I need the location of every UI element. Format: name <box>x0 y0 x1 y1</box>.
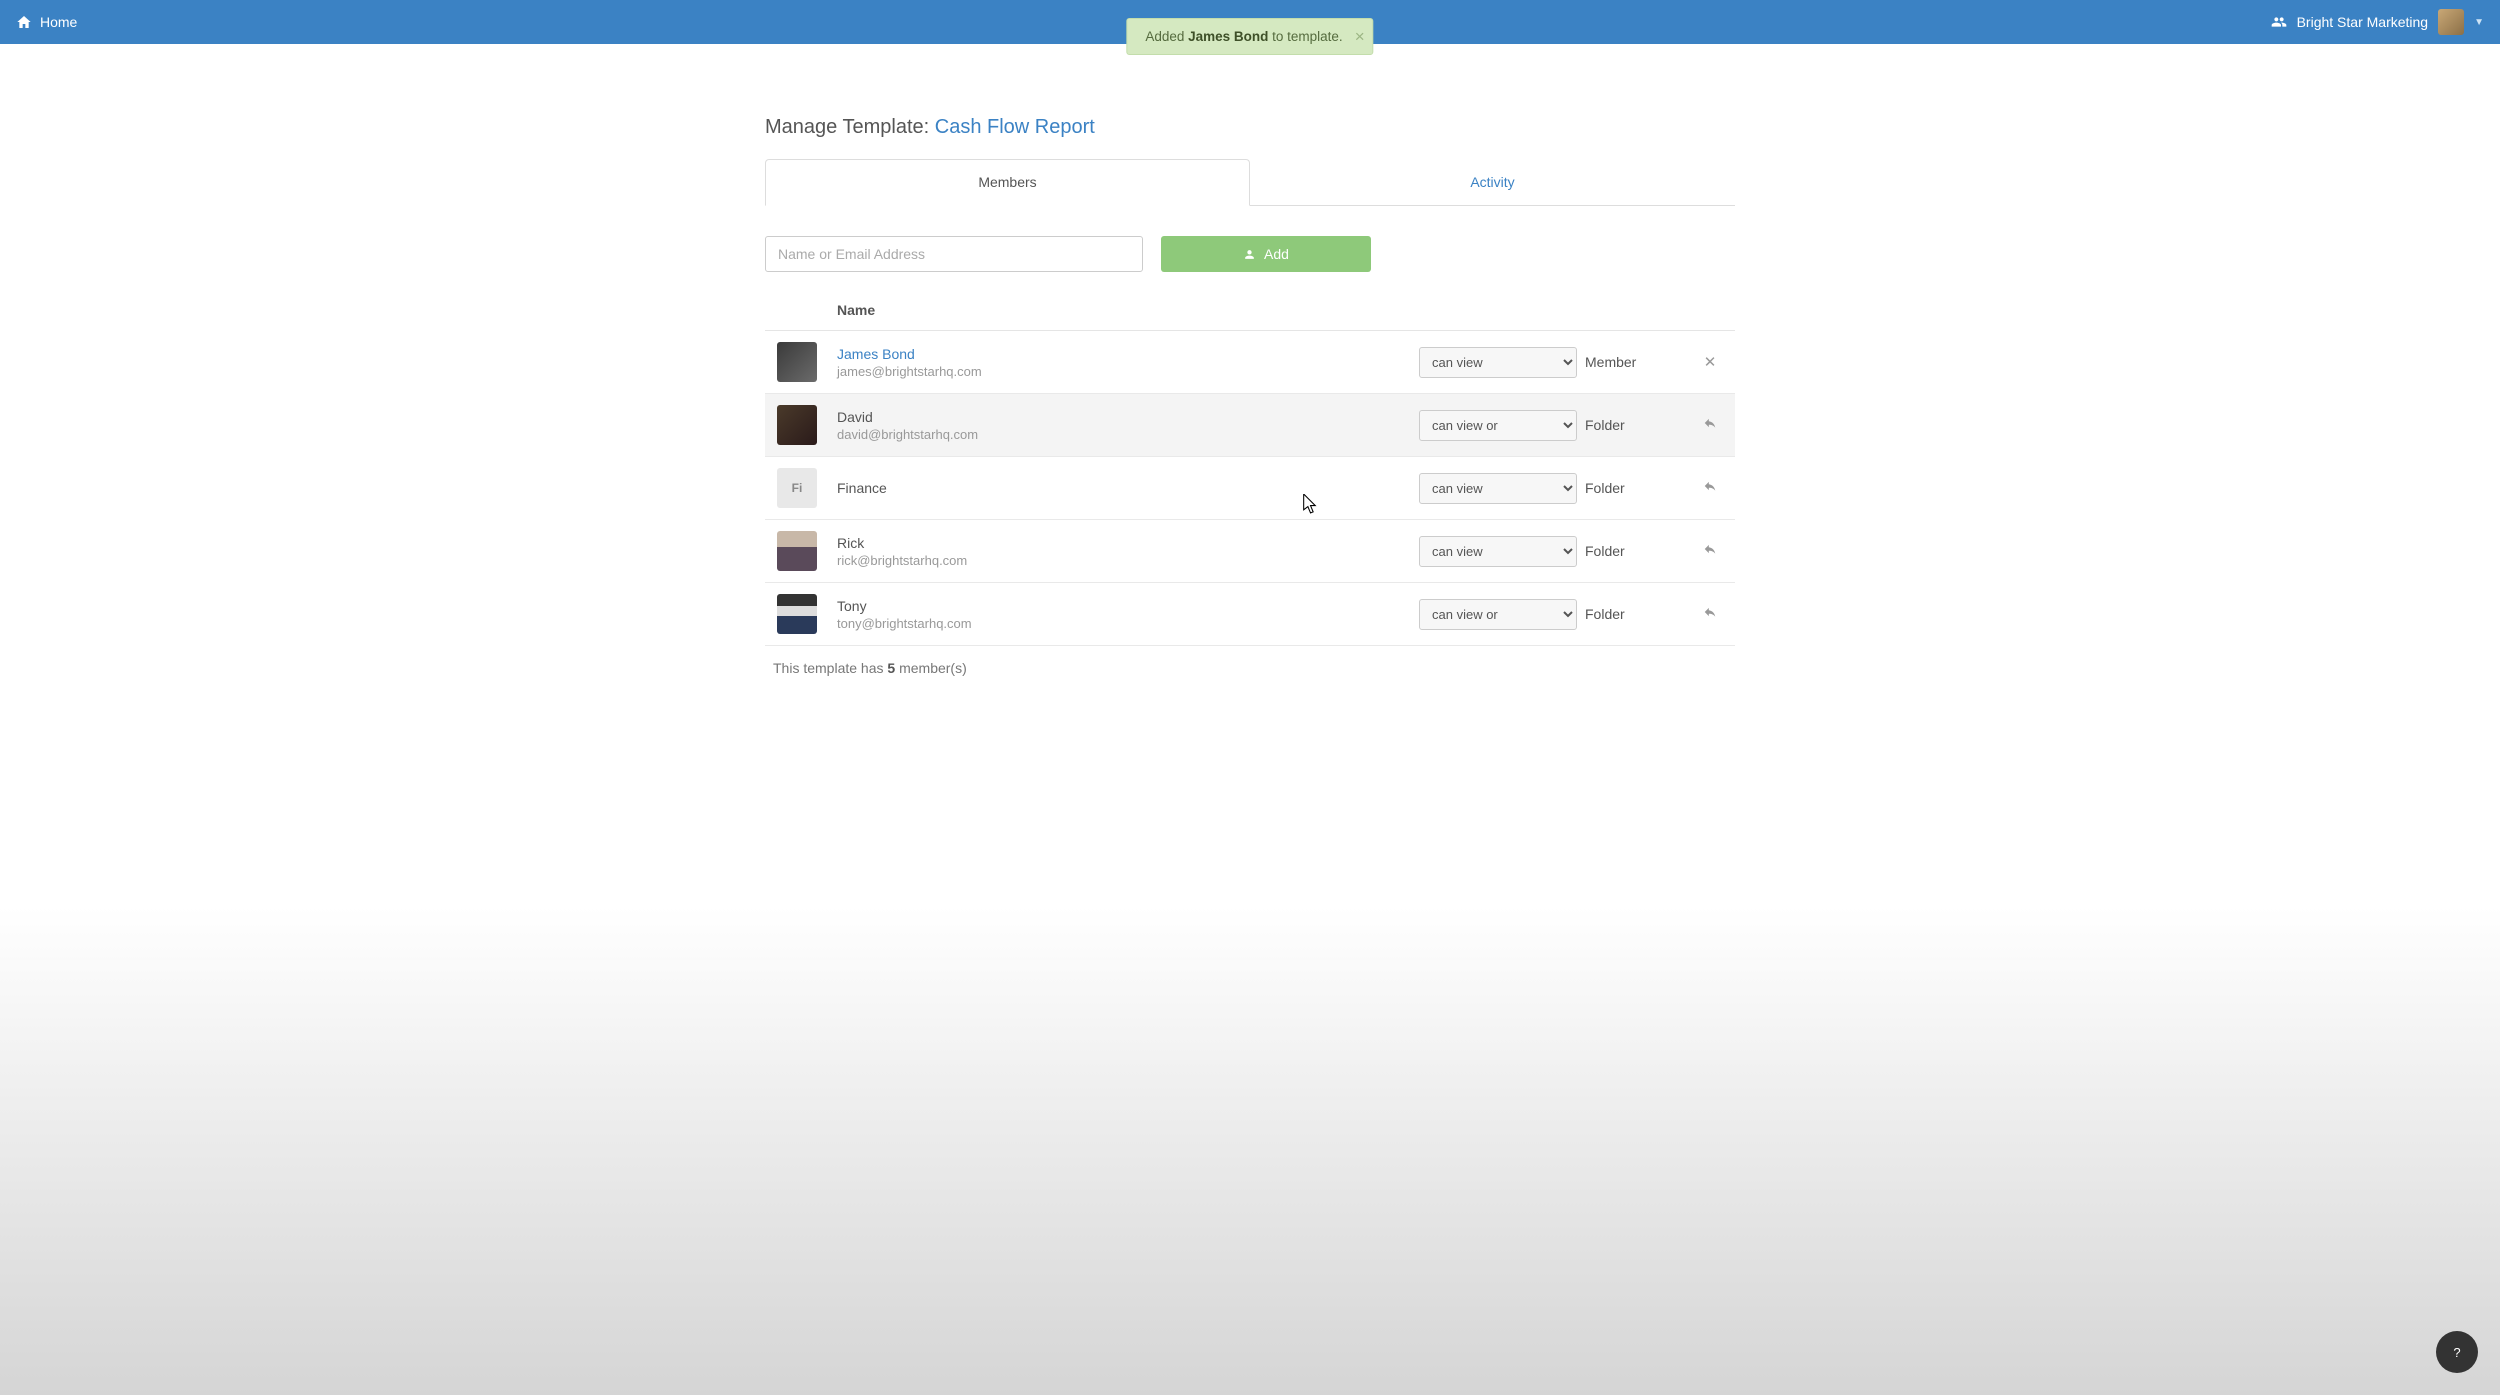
toast-suffix: to template. <box>1268 29 1342 44</box>
member-email: james@brightstarhq.com <box>837 364 1419 379</box>
close-icon[interactable]: × <box>1355 27 1365 47</box>
chevron-down-icon: ▼ <box>2474 17 2484 28</box>
relation-label: Folder <box>1585 606 1695 622</box>
add-button[interactable]: Add <box>1161 236 1371 272</box>
member-avatar <box>777 405 817 445</box>
member-email: tony@brightstarhq.com <box>837 616 1419 631</box>
member-info: Rick rick@brightstarhq.com <box>837 535 1419 568</box>
permission-select[interactable]: can view <box>1419 536 1577 567</box>
member-info: James Bond james@brightstarhq.com <box>837 346 1419 379</box>
table-row: David david@brightstarhq.comcan view or Fo… <box>765 394 1735 457</box>
member-name: Rick <box>837 535 1419 551</box>
tab-activity[interactable]: Activity <box>1250 159 1735 205</box>
member-avatar: Fi <box>777 468 817 508</box>
member-input[interactable] <box>765 236 1143 272</box>
permission-select[interactable]: can view <box>1419 473 1577 504</box>
permission-select[interactable]: can view or <box>1419 410 1577 441</box>
add-member-form: Add <box>765 236 1735 272</box>
permission-select[interactable]: can view or <box>1419 599 1577 630</box>
reply-button[interactable] <box>1695 479 1725 497</box>
member-name[interactable]: James Bond <box>837 346 1419 362</box>
toast-prefix: Added <box>1145 29 1188 44</box>
table-row: Fi Financecan view Folder <box>765 457 1735 520</box>
home-icon <box>16 14 32 30</box>
member-count: This template has 5 member(s) <box>765 646 1735 690</box>
member-email: david@brightstarhq.com <box>837 427 1419 442</box>
people-icon <box>2271 14 2287 30</box>
org-name: Bright Star Marketing <box>2297 14 2429 30</box>
reply-button[interactable] <box>1695 605 1725 623</box>
main-container: Manage Template: Cash Flow Report Member… <box>765 44 1735 690</box>
reply-icon <box>1702 479 1718 493</box>
member-name: Finance <box>837 480 1419 496</box>
table-row: James Bond james@brightstarhq.comcan view… <box>765 331 1735 394</box>
tabs: Members Activity <box>765 159 1735 206</box>
table-header: Name <box>765 294 1735 331</box>
reply-button[interactable] <box>1695 416 1725 434</box>
user-avatar <box>2438 9 2464 35</box>
member-info: Tony tony@brightstarhq.com <box>837 598 1419 631</box>
page-title: Manage Template: Cash Flow Report <box>765 116 1735 139</box>
help-icon: ? <box>2453 1345 2460 1360</box>
relation-label: Member <box>1585 354 1695 370</box>
org-switcher[interactable]: Bright Star Marketing ▼ <box>2271 9 2484 35</box>
help-button[interactable]: ? <box>2436 1331 2478 1373</box>
home-label: Home <box>40 14 77 30</box>
tab-members[interactable]: Members <box>765 159 1250 206</box>
member-email: rick@brightstarhq.com <box>837 553 1419 568</box>
member-avatar <box>777 531 817 571</box>
user-icon <box>1243 248 1256 261</box>
reply-icon <box>1702 605 1718 619</box>
remove-button[interactable]: ✕ <box>1695 353 1725 371</box>
member-info: Finance <box>837 480 1419 496</box>
home-link[interactable]: Home <box>16 14 77 30</box>
relation-label: Folder <box>1585 480 1695 496</box>
member-avatar <box>777 594 817 634</box>
toast: Added James Bond to template. × <box>1126 18 1373 55</box>
permission-select[interactable]: can view <box>1419 347 1577 378</box>
member-avatar <box>777 342 817 382</box>
members-table: Name James Bondjames@brightstarhq.comcan… <box>765 294 1735 646</box>
member-name: Tony <box>837 598 1419 614</box>
page-title-prefix: Manage Template: <box>765 116 935 138</box>
add-button-label: Add <box>1264 246 1289 262</box>
reply-icon <box>1702 416 1718 430</box>
table-row: Rick rick@brightstarhq.comcan view Folder <box>765 520 1735 583</box>
table-row: Tony tony@brightstarhq.comcan view or Fold… <box>765 583 1735 646</box>
member-info: David david@brightstarhq.com <box>837 409 1419 442</box>
relation-label: Folder <box>1585 543 1695 559</box>
reply-icon <box>1702 542 1718 556</box>
member-name: David <box>837 409 1419 425</box>
toast-name: James Bond <box>1188 29 1268 44</box>
template-link[interactable]: Cash Flow Report <box>935 116 1095 138</box>
col-name: Name <box>837 302 875 318</box>
close-icon: ✕ <box>1704 354 1717 371</box>
reply-button[interactable] <box>1695 542 1725 560</box>
relation-label: Folder <box>1585 417 1695 433</box>
